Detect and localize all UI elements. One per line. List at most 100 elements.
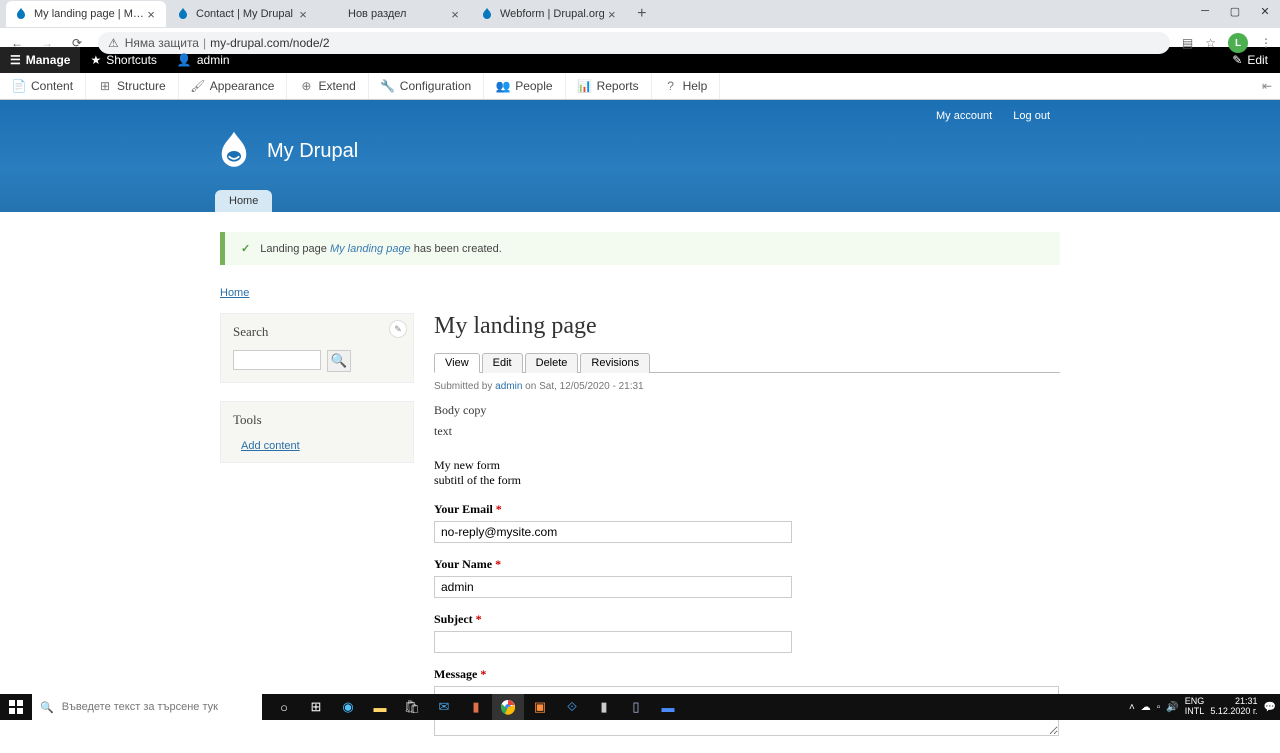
browser-chrome: My landing page | My Drupal × Contact | …	[0, 0, 1280, 47]
url-input[interactable]: ⚠ Няма защита | my-drupal.com/node/2	[98, 32, 1170, 54]
close-icon[interactable]: ×	[605, 7, 619, 21]
taskview-icon[interactable]: ⊞	[300, 694, 332, 720]
menu-people[interactable]: 👥People	[484, 73, 565, 99]
menu-appearance[interactable]: 🖌Appearance	[179, 73, 288, 99]
search-block: ✎ Search 🔍	[220, 313, 414, 383]
author-link[interactable]: admin	[495, 381, 522, 392]
clock[interactable]: 21:315.12.2020 г.	[1210, 697, 1257, 717]
terminal-icon[interactable]: ▮	[588, 694, 620, 720]
browser-tab[interactable]: Нов раздел ×	[320, 1, 470, 27]
close-icon[interactable]: ×	[296, 7, 310, 21]
edge-icon[interactable]: ◉	[332, 694, 364, 720]
tab-revisions[interactable]: Revisions	[580, 353, 650, 373]
wrench-icon: 🔧	[381, 79, 395, 93]
app-icon[interactable]: ▮	[460, 694, 492, 720]
maximize-button[interactable]: ▢	[1220, 0, 1250, 22]
bookmark-icon[interactable]: ☆	[1205, 36, 1216, 50]
mail-icon[interactable]: ✉	[428, 694, 460, 720]
menu-configuration[interactable]: 🔧Configuration	[369, 73, 484, 99]
chevron-up-icon[interactable]: ˄	[1129, 702, 1135, 713]
tools-title: Tools	[233, 412, 401, 428]
add-content-link[interactable]: Add content	[233, 440, 300, 452]
body-line2: text	[434, 423, 1060, 440]
logout-link[interactable]: Log out	[1013, 110, 1050, 122]
edit-button[interactable]: ✎ Edit	[1220, 53, 1280, 67]
user-icon: 👤	[177, 53, 192, 67]
site-name[interactable]: My Drupal	[267, 140, 358, 163]
content-tabs: View Edit Delete Revisions	[434, 352, 1060, 373]
cloud-icon[interactable]: ☁	[1141, 702, 1151, 713]
tab-title: Webform | Drupal.org	[500, 8, 605, 20]
close-button[interactable]: ✕	[1250, 0, 1280, 22]
admin-menu: 📄Content ⊞Structure 🖌Appearance ⊕Extend …	[0, 73, 1280, 100]
hamburger-icon: ☰	[10, 53, 21, 67]
vscode-icon[interactable]: ⟐	[556, 694, 588, 720]
browser-tab[interactable]: Webform | Drupal.org ×	[472, 1, 627, 27]
chrome-icon[interactable]	[492, 694, 524, 720]
name-field[interactable]	[434, 576, 792, 598]
search-input[interactable]	[233, 350, 321, 370]
menu-reports[interactable]: 📊Reports	[566, 73, 652, 99]
email-field[interactable]	[434, 521, 792, 543]
submitted-info: Submitted by admin on Sat, 12/05/2020 - …	[434, 381, 1060, 392]
notifications-icon[interactable]: 💬	[1264, 702, 1276, 713]
breadcrumb-home[interactable]: Home	[220, 287, 249, 299]
drupal-favicon	[176, 7, 190, 21]
minimize-button[interactable]: ─	[1190, 0, 1220, 22]
language-indicator[interactable]: ENGINTL	[1185, 697, 1205, 717]
browser-tab-active[interactable]: My landing page | My Drupal ×	[6, 1, 166, 27]
breadcrumb: Home	[220, 287, 1060, 299]
xampp-icon[interactable]: ▣	[524, 694, 556, 720]
home-tab[interactable]: Home	[215, 190, 272, 212]
cortana-icon[interactable]: ○	[268, 694, 300, 720]
tab-delete[interactable]: Delete	[525, 353, 579, 373]
status-link[interactable]: My landing page	[330, 243, 411, 255]
taskbar: 🔍 Въведете текст за търсене тук ○ ⊞ ◉ ▬ …	[0, 694, 1280, 720]
search-icon: 🔍	[40, 701, 54, 714]
search-button[interactable]: 🔍	[327, 350, 351, 372]
form-subtitle: subtitl of the form	[434, 473, 1060, 488]
new-tab-button[interactable]: +	[629, 1, 655, 27]
user-button[interactable]: 👤 admin	[167, 47, 240, 73]
shortcuts-button[interactable]: ★ Shortcuts	[80, 47, 166, 73]
store-icon[interactable]: 🛍	[396, 694, 428, 720]
volume-icon[interactable]: 🔊	[1166, 702, 1178, 713]
status-message: ✓ Landing page My landing page has been …	[220, 232, 1060, 265]
puzzle-icon: ⊕	[299, 79, 313, 93]
menu-icon[interactable]: ⋮	[1260, 36, 1272, 50]
close-icon[interactable]: ×	[448, 7, 462, 21]
translate-icon[interactable]: ▤	[1182, 36, 1193, 50]
form-title: My new form	[434, 458, 1060, 473]
notepad-icon[interactable]: ▯	[620, 694, 652, 720]
menu-content[interactable]: 📄Content	[0, 73, 86, 99]
main-content: My landing page View Edit Delete Revisio…	[434, 313, 1060, 753]
menu-structure[interactable]: ⊞Structure	[86, 73, 179, 99]
start-button[interactable]	[0, 694, 32, 720]
menu-extend[interactable]: ⊕Extend	[287, 73, 368, 99]
check-icon: ✓	[241, 242, 250, 255]
explorer-icon[interactable]: ▬	[364, 694, 396, 720]
my-account-link[interactable]: My account	[936, 110, 992, 122]
drupal-favicon	[480, 7, 494, 21]
network-icon[interactable]: ▫	[1157, 702, 1161, 713]
manage-label: Manage	[26, 53, 71, 67]
system-tray: ˄ ☁ ▫ 🔊 ENGINTL 21:315.12.2020 г. 💬	[1129, 697, 1280, 717]
zoom-icon[interactable]: ▬	[652, 694, 684, 720]
name-label: Your Name *	[434, 557, 1060, 572]
menu-help[interactable]: ?Help	[652, 73, 721, 99]
taskbar-search[interactable]: 🔍 Въведете текст за търсене тук	[32, 694, 262, 720]
email-label: Your Email *	[434, 502, 1060, 517]
subject-field[interactable]	[434, 631, 792, 653]
manage-button[interactable]: ☰ Manage	[0, 47, 80, 73]
close-icon[interactable]: ×	[144, 7, 158, 21]
search-icon: 🔍	[331, 353, 348, 369]
tab-title: Contact | My Drupal	[196, 8, 296, 20]
collapse-button[interactable]: ⇤	[1254, 79, 1280, 93]
sidebar: ✎ Search 🔍 Tools Add content	[220, 313, 414, 753]
browser-tab[interactable]: Contact | My Drupal ×	[168, 1, 318, 27]
main-nav: Home	[215, 190, 272, 212]
tab-edit[interactable]: Edit	[482, 353, 523, 373]
profile-avatar[interactable]: L	[1228, 33, 1248, 53]
tab-view[interactable]: View	[434, 353, 480, 373]
block-edit-icon[interactable]: ✎	[389, 320, 407, 338]
